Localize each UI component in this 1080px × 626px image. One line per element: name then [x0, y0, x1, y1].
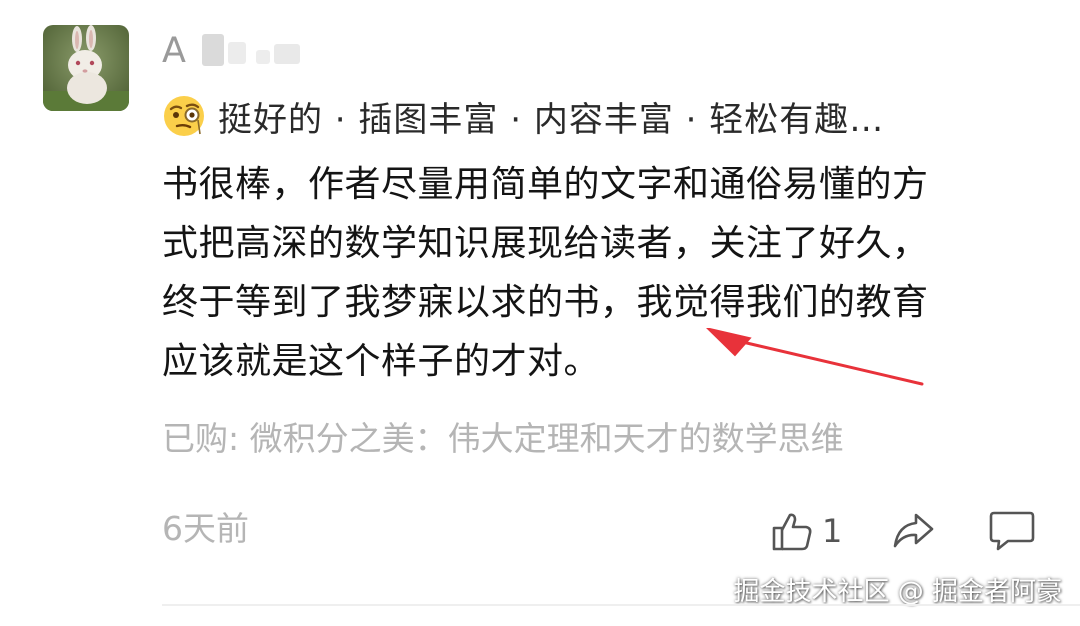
thumbs-up-icon — [772, 513, 812, 551]
user-avatar[interactable] — [43, 25, 129, 111]
rating-tags: 挺好的 · 插图丰富 · 内容丰富 · 轻松有趣… — [218, 99, 885, 140]
share-button[interactable] — [890, 507, 936, 557]
share-arrow-icon — [893, 513, 934, 548]
review-line: 终于等到了我梦寐以求的书，我觉得我们的教育 — [162, 282, 929, 323]
username-blur — [202, 34, 224, 66]
face-with-monocle-emoji — [164, 96, 204, 136]
purchased-book-link[interactable]: 已购: 微积分之美：伟大定理和天才的数学思维 — [162, 416, 844, 462]
username-text: A — [162, 31, 186, 71]
like-button[interactable]: 1 — [770, 503, 842, 559]
comment-actions: 1 — [770, 503, 1040, 559]
review-line: 式把高深的数学知识展现给读者，关注了好久， — [162, 223, 929, 264]
comment-time: 6天前 — [162, 509, 249, 548]
annotation-arrow — [704, 328, 924, 386]
username-blur — [228, 42, 246, 64]
username-blur — [256, 50, 270, 64]
username-blur — [274, 44, 300, 64]
like-count: 1 — [822, 512, 843, 550]
comment-bubble-icon — [989, 511, 1035, 551]
review-line: 书很棒，作者尽量用简单的文字和通俗易懂的方 — [162, 164, 929, 205]
comment-button[interactable] — [988, 507, 1036, 557]
rating-tags-row: 挺好的 · 插图丰富 · 内容丰富 · 轻松有趣… — [162, 92, 1042, 140]
username[interactable]: A — [162, 28, 300, 74]
divider — [162, 604, 1080, 606]
